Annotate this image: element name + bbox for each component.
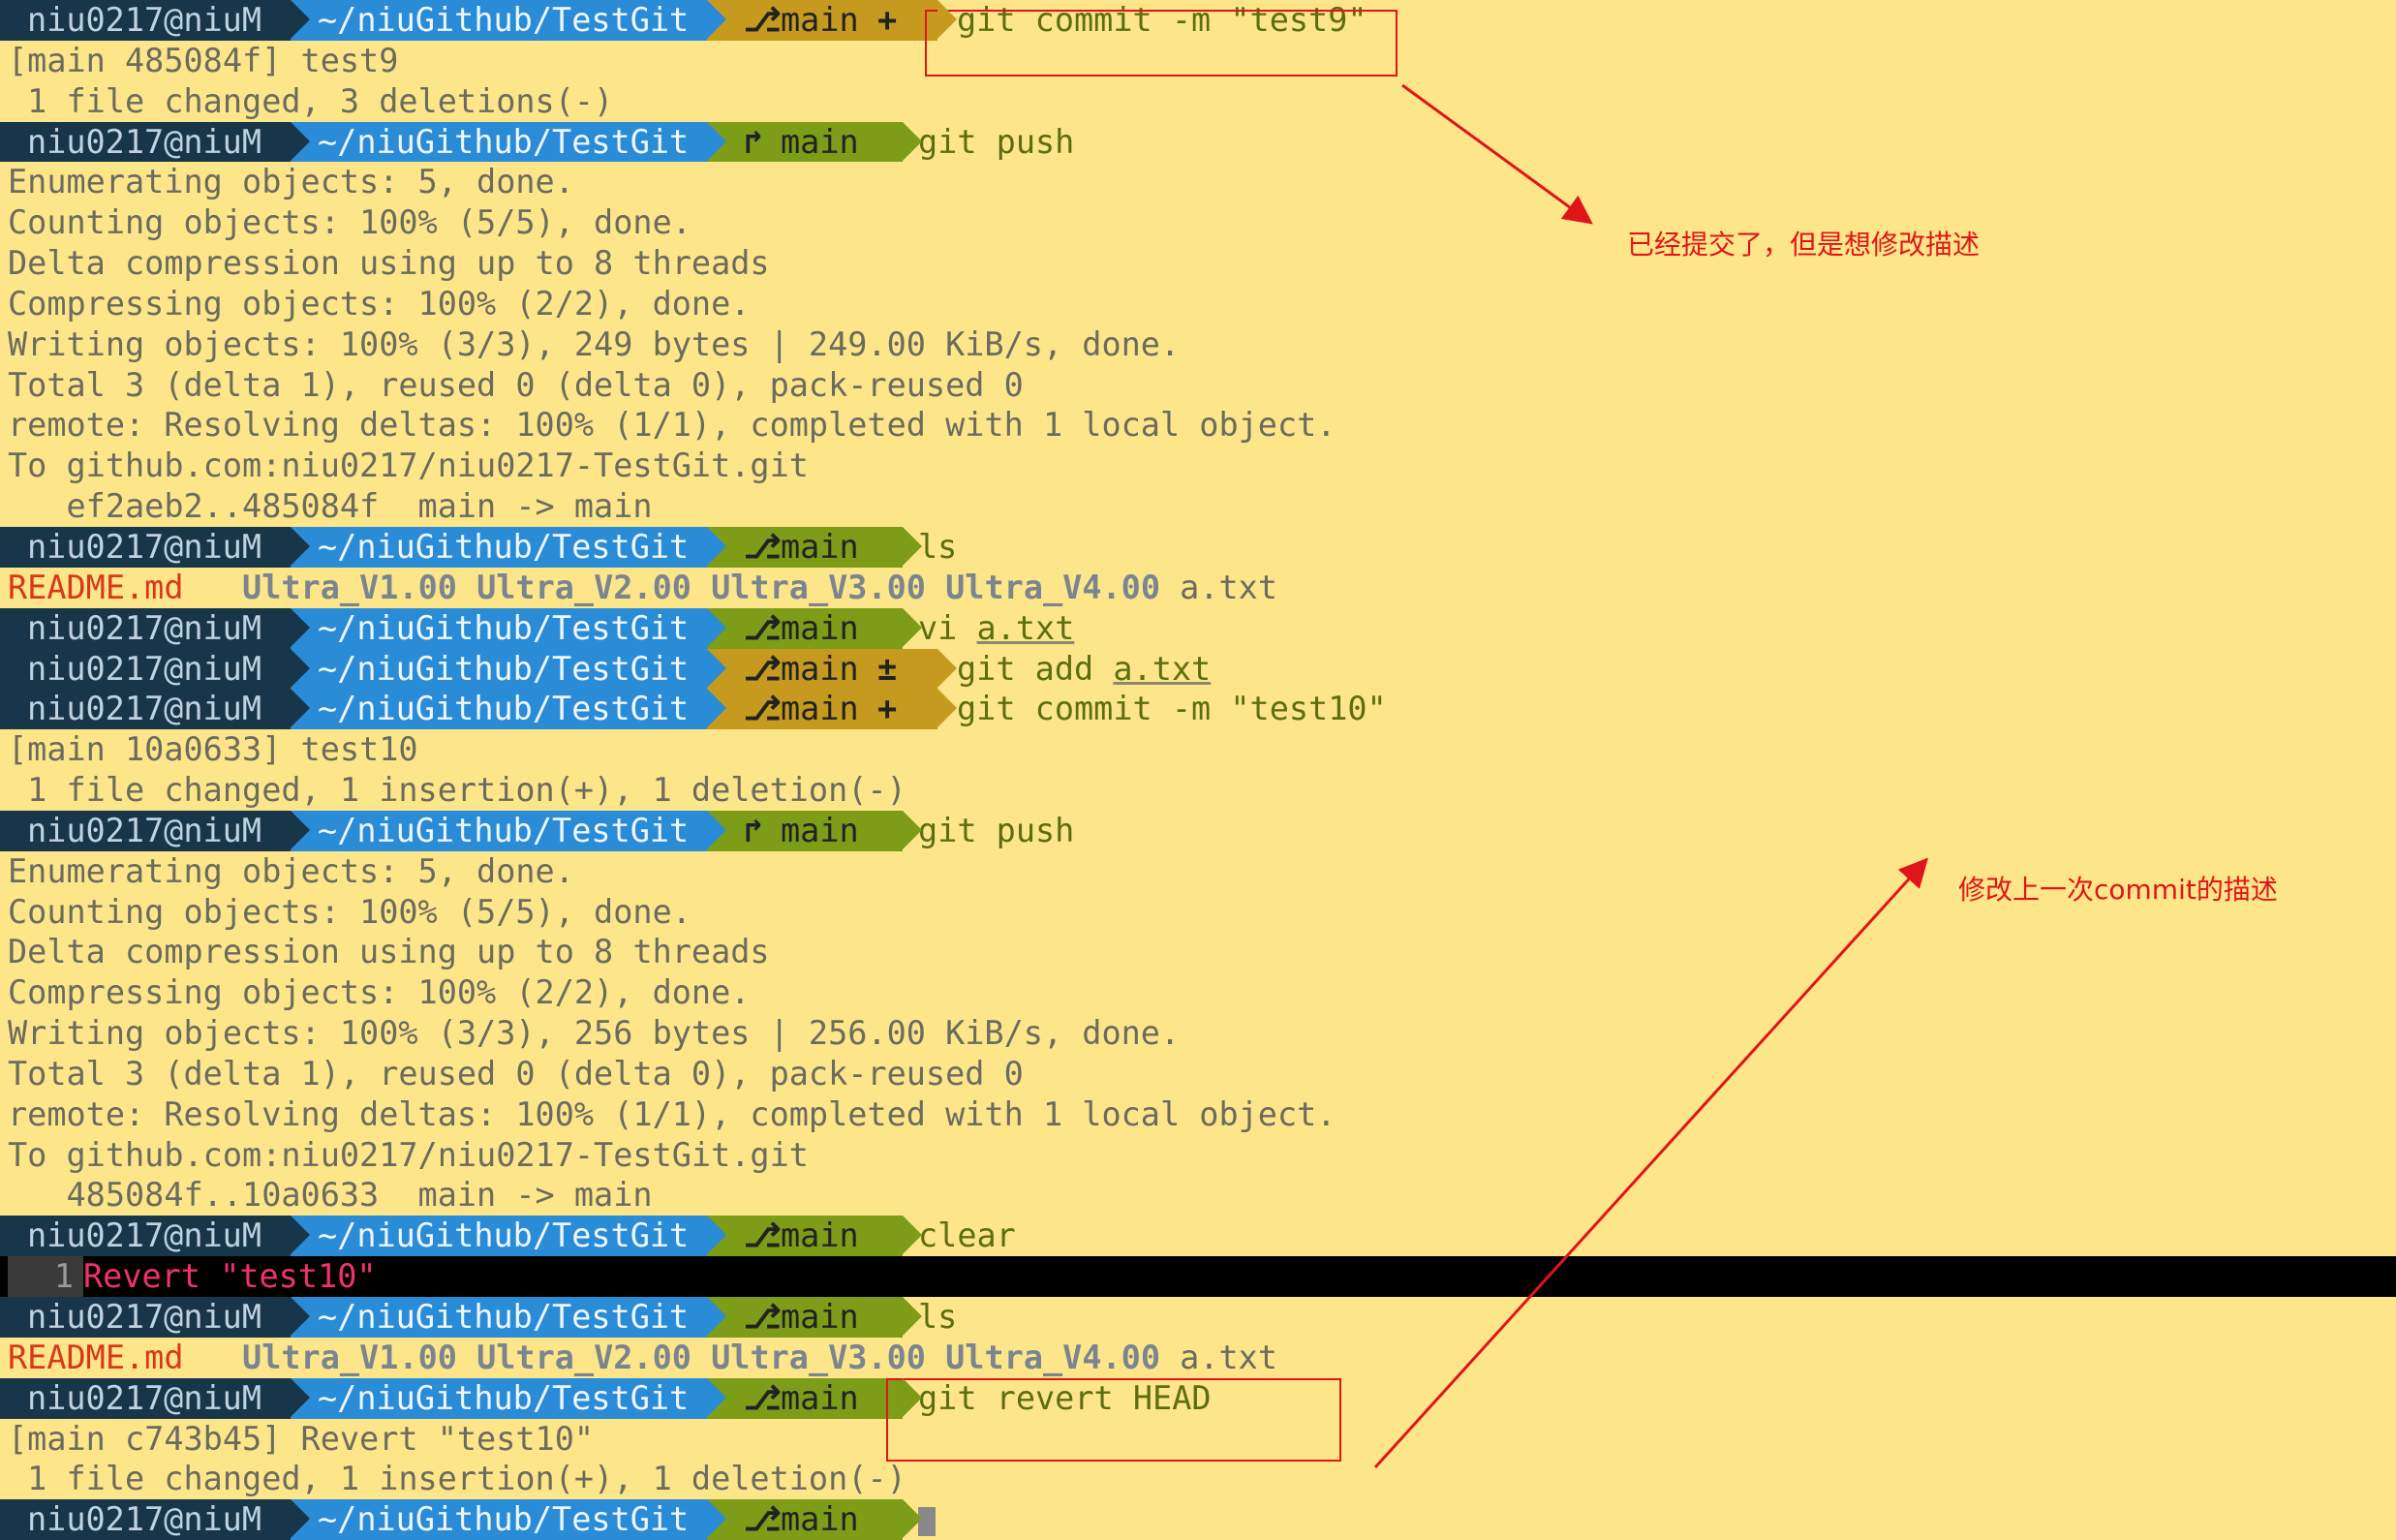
prompt-separator (291, 1499, 310, 1539)
prompt-separator (937, 689, 957, 728)
prompt-separator (707, 1499, 726, 1539)
prompt-separator (291, 810, 310, 849)
prompt-separator (903, 1377, 922, 1417)
prompt-separator (291, 648, 310, 688)
prompt-separator (937, 0, 957, 39)
prompt-separator (903, 810, 922, 849)
annotation-note-1: 已经提交了，但是想修改描述 (1627, 229, 1981, 261)
prompt-separator (707, 1216, 726, 1255)
prompt-separator (291, 0, 310, 39)
prompt-separator (291, 689, 310, 728)
prompt-separator (903, 526, 922, 566)
prompt-separator (707, 689, 726, 728)
prompt-separator (707, 810, 726, 849)
annotation-note-2: 修改上一次commit的描述 (1958, 874, 2278, 906)
annotation-arrow-2 (1373, 857, 1929, 1469)
prompt-separator (707, 1377, 726, 1417)
prompt-separator (291, 1216, 310, 1255)
prompt-separator (291, 121, 310, 161)
prompt-separator (707, 607, 726, 647)
prompt-separator (903, 1297, 922, 1336)
prompt-separator (903, 1499, 922, 1539)
prompt-separator (291, 1377, 310, 1417)
annotation-arrows (1373, 83, 1929, 1469)
prompt-separator (937, 648, 957, 688)
prompt-separator (291, 1297, 310, 1336)
prompt-separator (707, 648, 726, 688)
prompt-separator (707, 1297, 726, 1336)
prompt-separator (707, 0, 726, 39)
prompt-separator (707, 526, 726, 566)
prompt-separator (291, 607, 310, 647)
annotation-arrow-1 (1401, 83, 1593, 225)
prompt-separator (707, 121, 726, 161)
prompt-separator (291, 526, 310, 566)
prompt-separator (903, 121, 922, 161)
prompt-separator (903, 1216, 922, 1255)
prompt-separator (903, 607, 922, 647)
